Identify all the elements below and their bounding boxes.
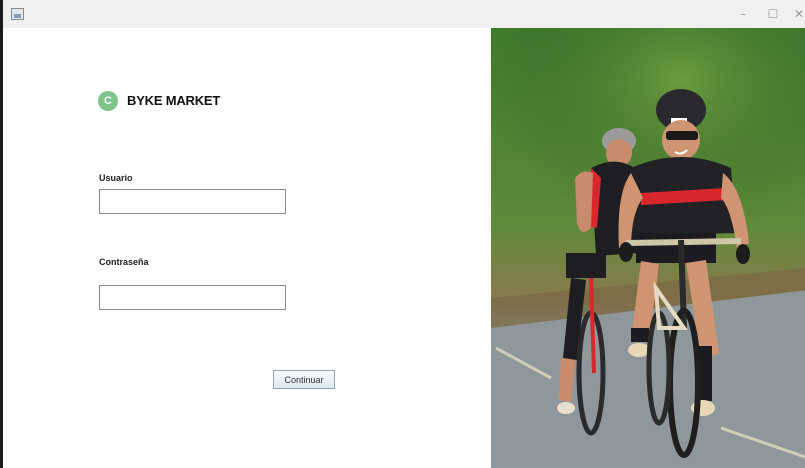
continue-button[interactable]: Continuar [273, 370, 335, 389]
username-input[interactable] [99, 189, 286, 214]
password-input[interactable] [99, 285, 286, 310]
username-label: Usuario [99, 173, 133, 183]
maximize-button[interactable]: ☐ [761, 4, 785, 24]
minimize-button[interactable]: – [731, 4, 755, 24]
cyclists-photo [491, 28, 805, 468]
brand-name: BYKE MARKET [127, 93, 221, 108]
password-label: Contraseña [99, 257, 149, 267]
login-window: – ☐ ✕ C BYKE MARKET Usuario Contraseña C… [0, 0, 805, 468]
close-button[interactable]: ✕ [787, 4, 805, 24]
title-bar[interactable]: – ☐ ✕ [3, 0, 805, 29]
brand-logo-icon: C [98, 91, 118, 111]
login-form-panel: C BYKE MARKET Usuario Contraseña Continu… [3, 28, 491, 468]
app-window-icon [11, 8, 24, 20]
